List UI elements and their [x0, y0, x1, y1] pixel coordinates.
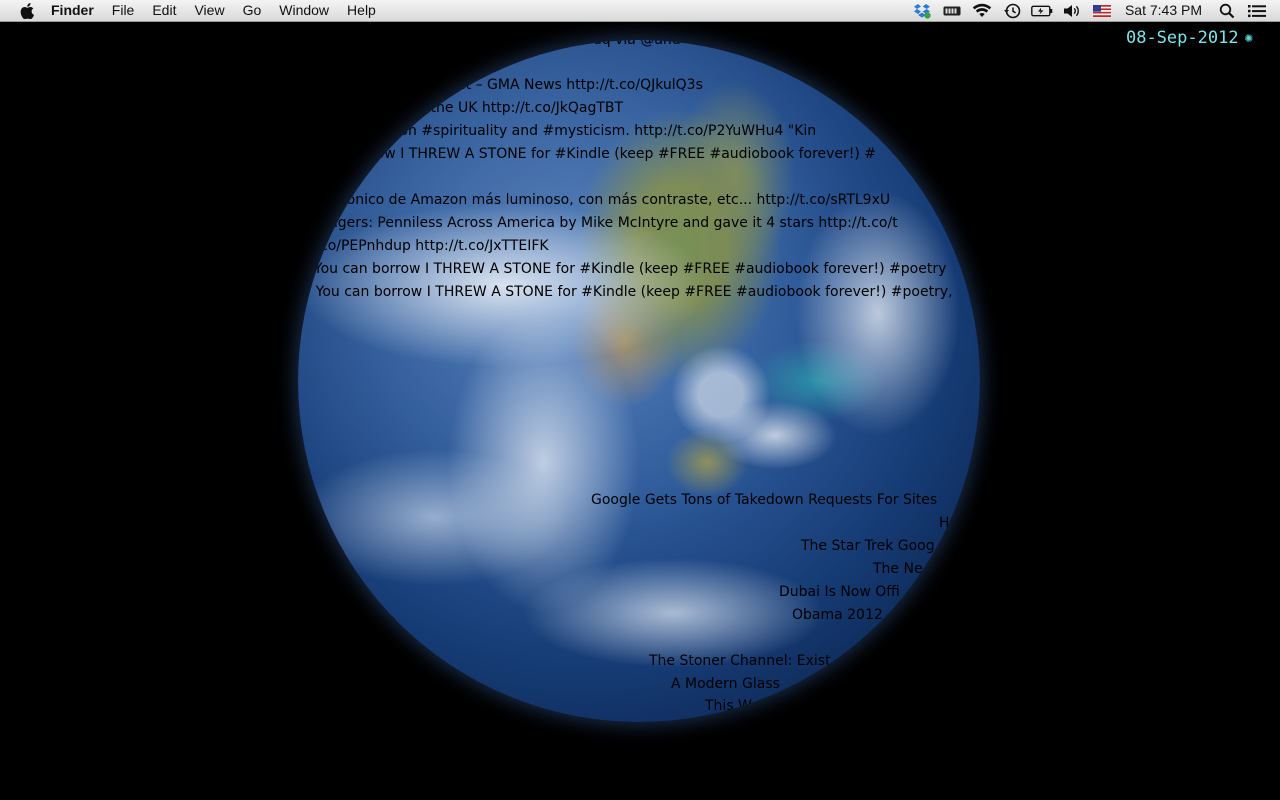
- headline-item[interactable]: Ho: [939, 512, 958, 535]
- search-icon[interactable]: [1212, 0, 1242, 21]
- dropbox-icon[interactable]: [907, 0, 937, 21]
- menu-help[interactable]: Help: [338, 0, 385, 21]
- tweet-item[interactable]: writer on #spirituality and #mysticism. …: [354, 120, 816, 143]
- apple-icon[interactable]: [18, 0, 36, 21]
- tweet-item[interactable]: ctrónico de Amazon más luminoso, con más…: [328, 189, 890, 212]
- date-widget: 08-Sep-2012 ✺: [1126, 28, 1253, 48]
- tweet-item[interactable]: g in the UK http://t.co/JkQagTBT: [400, 97, 623, 120]
- menu-finder[interactable]: Finder: [42, 0, 103, 21]
- headline-item[interactable]: Dubai Is Now Offi: [779, 581, 900, 604]
- headline-item[interactable]: This W: [705, 695, 752, 718]
- battery-icon[interactable]: [1027, 0, 1057, 21]
- menu-clock[interactable]: Sat 7:43 PM: [1117, 0, 1212, 21]
- tweet-item[interactable]: co/PEPnhdup http://t.co/JxTTEIFK: [320, 235, 549, 258]
- battery-meter-icon[interactable]: [937, 0, 967, 21]
- menu-bar: Finder File Edit View Go Window Help Sat…: [0, 0, 1280, 22]
- volume-icon[interactable]: [1057, 0, 1087, 21]
- desktop: Finder File Edit View Go Window Help Sat…: [0, 0, 1280, 800]
- menu-edit[interactable]: Edit: [143, 0, 185, 21]
- menu-file[interactable]: File: [103, 0, 144, 21]
- time-machine-icon[interactable]: [997, 0, 1027, 21]
- menu-view[interactable]: View: [185, 0, 233, 21]
- headline-item[interactable]: Google Gets Tons of Takedown Requests Fo…: [591, 489, 937, 512]
- list-icon[interactable]: [1242, 0, 1272, 21]
- wifi-icon[interactable]: [967, 0, 997, 21]
- date-text: 08-Sep-2012: [1125, 28, 1239, 48]
- spinner-icon: ✺: [1244, 30, 1253, 46]
- headline-item[interactable]: A Modern Glass: [671, 673, 780, 696]
- tweet-item[interactable]: r? You can borrow I THREW A STONE for #K…: [298, 281, 953, 304]
- headline-item[interactable]: The Star Trek Goog: [801, 535, 935, 558]
- tweet-item[interactable]: rit – GMA News http://t.co/QJkulQ3s: [456, 74, 703, 97]
- tweet-item[interactable]: n borrow I THREW A STONE for #Kindle (ke…: [334, 143, 876, 166]
- headline-item[interactable]: Obama 2012: [792, 604, 883, 627]
- menu-window[interactable]: Window: [270, 0, 338, 21]
- tweet-item[interactable]: ? You can borrow I THREW A STONE for #Ki…: [302, 258, 946, 281]
- us-flag-icon[interactable]: [1087, 0, 1117, 21]
- tweet-item[interactable]: trangers: Penniless Across America by Mi…: [309, 212, 898, 235]
- headline-item[interactable]: The Stoner Channel: Exist: [649, 650, 831, 673]
- headline-item[interactable]: The Ne: [873, 558, 923, 581]
- menu-go[interactable]: Go: [234, 0, 271, 21]
- tweet-item[interactable]: rT6wUuq via @anu: [548, 40, 681, 52]
